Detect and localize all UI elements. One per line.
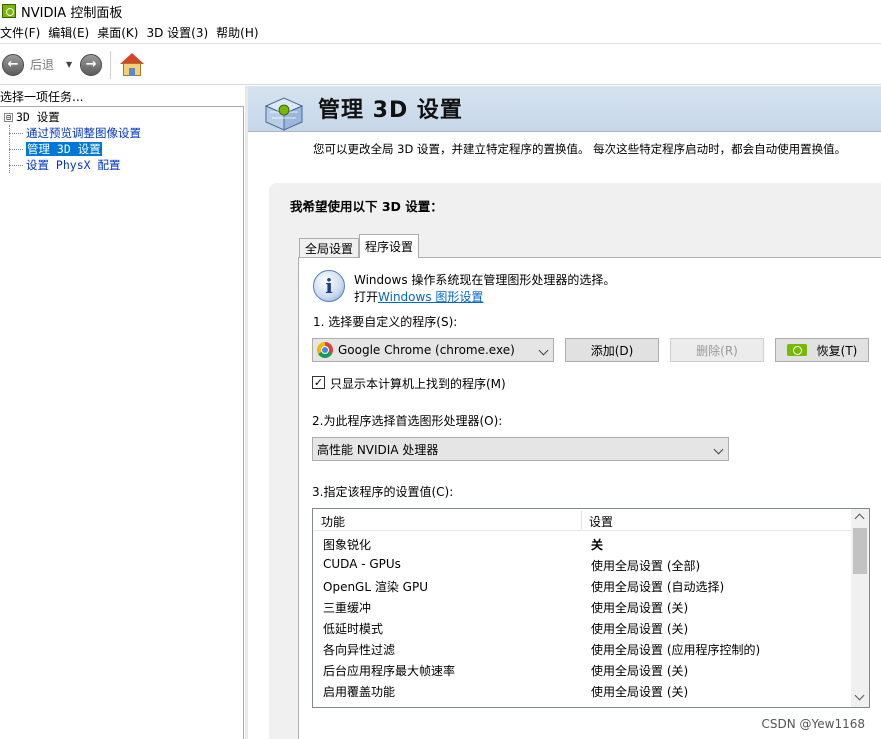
menu-bar: 文件(F) 编辑(E) 桌面(K) 3D 设置(3) 帮助(H) <box>0 22 881 44</box>
preferred-gpu-select[interactable]: 高性能 NVIDIA 处理器 <box>312 437 729 461</box>
program-settings-list: 功能 设置 图象锐化 关 CUDA - GPUs 使用全局设置 (全部) Ope… <box>312 508 870 708</box>
step2-label: 2.为此程序选择首选图形处理器(O): <box>312 414 503 428</box>
menu-3d-settings[interactable]: 3D 设置(3) <box>146 24 214 41</box>
task-tree: ⊟ 3D 设置 通过预览调整图像设置 管理 3D 设置 设置 PhysX 配置 <box>0 109 141 173</box>
step1-label: 1. 选择要自定义的程序(S): <box>313 315 458 329</box>
table-row[interactable]: CUDA - GPUs 使用全局设置 (全部) <box>313 555 851 576</box>
scroll-thumb[interactable] <box>853 528 867 574</box>
info-link-line: 打开Windows 图形设置 <box>354 288 483 305</box>
toolbar-separator <box>110 50 112 79</box>
scroll-up-icon[interactable] <box>854 513 865 524</box>
tab-program-settings[interactable]: 程序设置 <box>359 234 420 258</box>
info-message: Windows 操作系统现在管理图形处理器的选择。 <box>354 273 616 287</box>
task-panel-header: 选择一项任务... <box>0 89 84 104</box>
restore-button-label: 恢复(T) <box>816 343 858 358</box>
page-description: 您可以更改全局 3D 设置，并建立特定程序的置换值。 每次这些特定程序启动时，都… <box>313 142 847 156</box>
column-header-feature[interactable]: 功能 <box>321 513 345 530</box>
history-dropdown-icon[interactable]: ▼ <box>66 60 72 69</box>
settings-content-box: 我希望使用以下 3D 设置： 全局设置 程序设置 i Windows 操作系统现… <box>269 183 881 739</box>
tree-root-label: 3D 设置 <box>16 110 60 124</box>
arrow-right-icon: → <box>85 57 97 72</box>
info-icon: i <box>313 270 345 304</box>
settings-heading: 我希望使用以下 3D 设置： <box>290 199 443 214</box>
menu-file[interactable]: 文件(F) <box>0 24 46 41</box>
tree-item-physx-config[interactable]: 设置 PhysX 配置 <box>0 157 141 173</box>
program-select[interactable]: Google Chrome (chrome.exe) <box>312 338 554 362</box>
windows-graphics-settings-link[interactable]: Windows 图形设置 <box>378 290 483 304</box>
page-title: 管理 3D 设置 <box>318 98 463 123</box>
settings-rows: 图象锐化 关 CUDA - GPUs 使用全局设置 (全部) OpenGL 渲染… <box>313 534 851 702</box>
chevron-down-icon <box>713 444 724 455</box>
scroll-down-icon[interactable] <box>854 690 865 701</box>
add-program-button[interactable]: 添加(D) <box>565 338 659 362</box>
list-scrollbar[interactable] <box>851 509 869 707</box>
tree-item-preview-image-settings[interactable]: 通过预览调整图像设置 <box>0 125 141 141</box>
3d-cube-icon <box>264 97 304 131</box>
tab-global-settings[interactable]: 全局设置 <box>299 238 360 258</box>
back-label: 后退 <box>30 58 55 72</box>
table-row[interactable]: 低延时模式 使用全局设置 (关) <box>313 618 851 639</box>
nvidia-logo-icon <box>786 344 807 356</box>
collapse-toggle-icon[interactable]: ⊟ <box>4 113 13 122</box>
main-panel: 管理 3D 设置 您可以更改全局 3D 设置，并建立特定程序的置换值。 每次这些… <box>248 86 881 739</box>
show-local-programs-checkbox[interactable]: ✓ <box>312 376 325 389</box>
list-header: 功能 设置 <box>313 509 851 531</box>
table-row[interactable]: OpenGL 渲染 GPU 使用全局设置 (自动选择) <box>313 576 851 597</box>
preferred-gpu-value: 高性能 NVIDIA 处理器 <box>317 442 439 457</box>
forward-button[interactable]: → <box>80 53 103 76</box>
restore-button[interactable]: 恢复(T) <box>775 338 869 362</box>
window-title: NVIDIA 控制面板 <box>21 5 123 21</box>
watermark: CSDN @Yew1168 <box>761 717 866 731</box>
task-tree-panel: ⊟ 3D 设置 通过预览调整图像设置 管理 3D 设置 设置 PhysX 配置 <box>0 106 244 739</box>
column-header-setting[interactable]: 设置 <box>589 513 613 530</box>
step3-label: 3.指定该程序的设置值(C): <box>312 485 454 499</box>
back-button[interactable]: ← <box>2 53 24 76</box>
toolbar: ← 后退 ▼ → <box>0 45 881 85</box>
nvidia-app-icon <box>2 4 16 18</box>
program-select-value: Google Chrome (chrome.exe) <box>338 343 515 357</box>
menu-desktop[interactable]: 桌面(K) <box>97 24 144 41</box>
table-row[interactable]: 启用覆盖功能 使用全局设置 (关) <box>313 681 851 702</box>
table-row[interactable]: 各向异性过滤 使用全局设置 (应用程序控制的) <box>313 639 851 660</box>
show-local-programs-label: 只显示本计算机上找到的程序(M) <box>330 377 506 391</box>
menu-edit[interactable]: 编辑(E) <box>48 24 95 41</box>
table-row[interactable]: 图象锐化 关 <box>313 534 851 555</box>
title-bar: NVIDIA 控制面板 <box>0 0 881 22</box>
info-link-prefix: 打开 <box>354 290 379 304</box>
menu-help[interactable]: 帮助(H) <box>216 24 264 41</box>
remove-program-button[interactable]: 删除(R) <box>670 338 764 362</box>
page-banner: 管理 3D 设置 <box>248 86 881 132</box>
chrome-icon <box>317 342 333 358</box>
program-settings-page: i Windows 操作系统现在管理图形处理器的选择。 打开Windows 图形… <box>298 257 881 739</box>
table-row[interactable]: 三重缓冲 使用全局设置 (关) <box>313 597 851 618</box>
tree-item-manage-3d-settings[interactable]: 管理 3D 设置 <box>0 141 141 157</box>
table-row[interactable]: 后台应用程序最大帧速率 使用全局设置 (关) <box>313 660 851 681</box>
tree-root-3d-settings[interactable]: ⊟ 3D 设置 <box>0 109 141 125</box>
settings-tabs: 全局设置 程序设置 <box>299 234 420 258</box>
chevron-down-icon <box>538 345 549 356</box>
home-icon[interactable] <box>119 52 145 77</box>
arrow-left-icon: ← <box>7 57 19 72</box>
